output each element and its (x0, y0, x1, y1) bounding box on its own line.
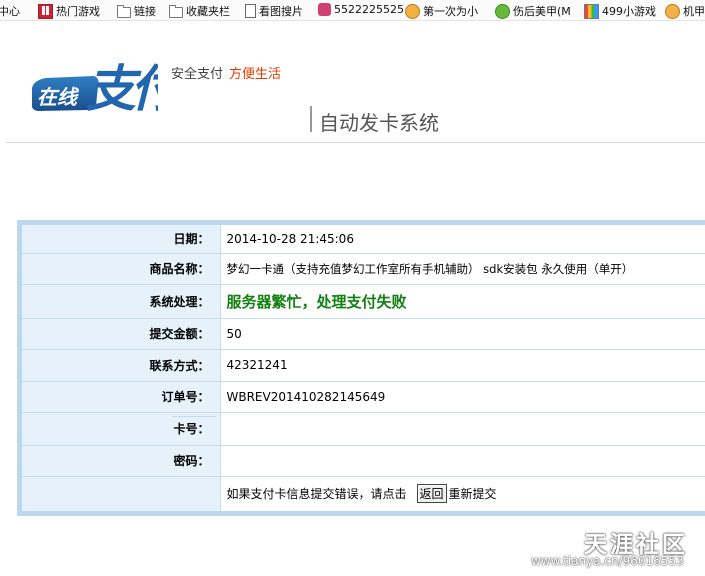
card-number-value (220, 412, 705, 446)
bookmark-label: 看图搜片 (259, 5, 303, 18)
back-button[interactable]: 返回 (416, 484, 447, 504)
row-divider (172, 416, 216, 417)
password-label: 密码： (22, 445, 221, 477)
green-icon (495, 3, 510, 19)
error-hint-text: 如果支付卡信息提交错误，请点击 (226, 487, 407, 502)
page-icon (245, 4, 256, 18)
table-row: 订单号： WBREV201410282145649 (22, 381, 705, 413)
contact-label: 联系方式： (22, 349, 221, 382)
tagline-secure: 安全支付 (171, 67, 224, 82)
logo-big-text: 支付 (86, 59, 158, 118)
games-icon (38, 3, 53, 19)
cat-icon (318, 3, 331, 16)
title-divider (310, 106, 312, 132)
folder-icon (117, 4, 131, 18)
table-row: 商品名称： 梦幻一卡通（支持充值梦幻工作室所有手机辅助） sdk安装包 永久使用… (22, 253, 705, 285)
bookmark-label: 第一次为小 (423, 5, 478, 18)
zaixian-zhifu-logo[interactable]: 在线 支付 (30, 40, 158, 118)
bookmark-item-hot-games[interactable]: 热门游戏 (38, 3, 100, 19)
table-row: 联系方式： 42321241 (22, 349, 705, 382)
multicolor-icon (584, 3, 599, 19)
empty-label-cell (22, 476, 221, 511)
bookmark-item-mecha[interactable]: 机甲 (665, 3, 705, 19)
contact-value: 42321241 (220, 349, 705, 382)
table-row: 如果支付卡信息提交错误，请点击 返回 重新提交 (22, 476, 705, 511)
smile-icon (665, 3, 680, 19)
bookmark-item-number[interactable]: 5522225525 (318, 3, 404, 16)
order-number-label: 订单号： (22, 381, 221, 413)
date-label: 日期： (22, 225, 221, 254)
bookmark-item-499-games[interactable]: 499小游戏 (584, 3, 656, 19)
footer-cell: 如果支付卡信息提交错误，请点击 返回 重新提交 (220, 476, 705, 511)
resubmit-text: 重新提交 (448, 487, 497, 502)
product-label: 商品名称： (22, 253, 221, 285)
password-value (220, 445, 705, 477)
bookmark-item-center[interactable]: 中心 (0, 3, 20, 19)
bookmark-item-first-time[interactable]: 第一次为小 (405, 3, 478, 19)
bookmark-label: 收藏夹栏 (186, 5, 230, 18)
tagline-convenient: 方便生活 (229, 67, 282, 82)
bookmarks-bar: 中心 热门游戏 链接 收藏夹栏 看图搜片 5522225525 第一次为小 伤后… (0, 0, 705, 21)
table-row: 日期： 2014-10-28 21:45:06 (22, 225, 705, 254)
table-row: 系统处理： 服务器繁忙，处理支付失败 (22, 284, 705, 319)
product-value: 梦幻一卡通（支持充值梦幻工作室所有手机辅助） sdk安装包 永久使用（单开） (220, 253, 705, 285)
bookmark-item-favorites[interactable]: 收藏夹栏 (169, 3, 230, 19)
bookmark-item-links[interactable]: 链接 (117, 3, 156, 19)
status-label: 系统处理： (22, 284, 221, 319)
status-message: 服务器繁忙，处理支付失败 (226, 292, 407, 311)
bookmark-item-image-search[interactable]: 看图搜片 (245, 3, 303, 19)
table-row: 提交金额： 50 (22, 318, 705, 350)
bookmark-label: 5522225525 (334, 3, 404, 16)
tagline: 安全支付 方便生活 (171, 63, 281, 82)
smile-icon (405, 3, 420, 19)
bookmark-label: 链接 (134, 5, 156, 18)
bookmark-label: 499小游戏 (602, 5, 656, 18)
table-row: 密码： (22, 445, 705, 477)
watermark-url: www.tianya.cn/96016553 (531, 554, 684, 568)
bookmark-label: 热门游戏 (56, 5, 100, 18)
logo-small-text: 在线 (37, 85, 80, 109)
table-row: 卡号： (22, 412, 705, 446)
folder-icon (169, 4, 183, 18)
amount-label: 提交金额： (22, 318, 221, 350)
bookmark-label: 中心 (0, 5, 20, 18)
bookmark-label: 机甲 (683, 5, 705, 18)
bookmark-item-nails[interactable]: 伤后美甲(M (495, 3, 571, 19)
order-details-table: 日期： 2014-10-28 21:45:06 商品名称： 梦幻一卡通（支持充值… (22, 225, 705, 511)
page-title: 自动发卡系统 (319, 111, 439, 135)
date-value: 2014-10-28 21:45:06 (220, 225, 705, 254)
bookmark-label: 伤后美甲(M (513, 5, 571, 18)
header-divider (6, 142, 705, 143)
order-number-value: WBREV201410282145649 (220, 381, 705, 413)
amount-value: 50 (220, 318, 705, 350)
